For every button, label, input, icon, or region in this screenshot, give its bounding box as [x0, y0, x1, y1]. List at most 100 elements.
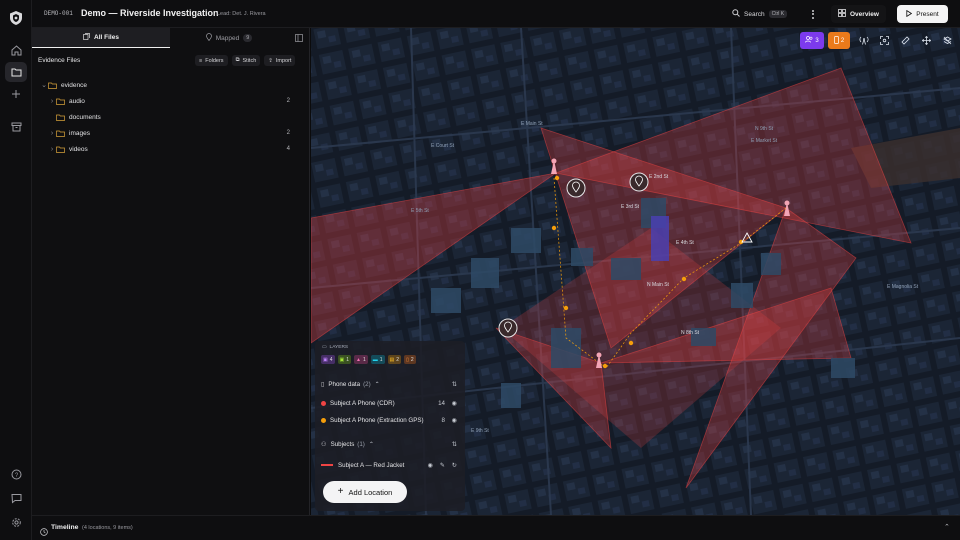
- street-label: E 4th St: [676, 240, 694, 246]
- subjects-count: 3: [815, 37, 819, 44]
- tree-folder-evidence[interactable]: ⌄ evidence: [32, 77, 310, 93]
- tree-folder-audio[interactable]: › audio 2: [32, 93, 310, 109]
- case-id: DEMO-001: [44, 10, 73, 17]
- tree-folder-videos[interactable]: › videos 4: [32, 141, 310, 157]
- item-label: Subject A Phone (CDR): [330, 399, 395, 407]
- add-location-button[interactable]: + Add Location: [323, 481, 407, 503]
- layer-chip-subjects[interactable]: ▣ 4: [321, 355, 335, 364]
- search-button[interactable]: Search Ctrl K: [732, 6, 788, 22]
- subjects-toggle[interactable]: 3: [800, 32, 824, 49]
- add-icon[interactable]: [8, 86, 24, 102]
- layers-off-icon[interactable]: [940, 33, 955, 48]
- street-label: E 3rd St: [621, 204, 640, 210]
- help-icon[interactable]: ?: [8, 466, 24, 482]
- settings-gear-icon[interactable]: [8, 514, 24, 530]
- archive-icon[interactable]: [8, 119, 24, 135]
- location-pin-3[interactable]: [498, 318, 518, 338]
- clock-icon: [40, 523, 48, 540]
- chevron-right-icon: ›: [50, 145, 54, 153]
- add-location-label: Add Location: [348, 487, 393, 497]
- overview-label: Overview: [850, 10, 879, 18]
- chip-count: 1: [362, 356, 366, 363]
- swap-icon[interactable]: ⇅: [452, 441, 457, 448]
- phone-item-cdr[interactable]: Subject A Phone (CDR) 14 ◉: [321, 396, 461, 410]
- devices-toggle[interactable]: 2: [828, 32, 850, 49]
- tab-mapped[interactable]: All Files Mapped 9: [170, 28, 288, 48]
- eye-icon[interactable]: ◉: [452, 400, 457, 407]
- camera-icon: ▤: [389, 356, 395, 363]
- plus-icon: +: [337, 486, 344, 497]
- street-label: N 8th St: [681, 330, 700, 336]
- layer-chip-cameras[interactable]: ▤ 2: [387, 355, 402, 364]
- layer-chip-towers[interactable]: ▲ 1: [354, 355, 368, 364]
- top-bar: DEMO-001 Demo — Riverside Investigation …: [32, 0, 960, 28]
- location-pin-1[interactable]: [566, 178, 586, 198]
- upload-icon: ⇪: [268, 57, 273, 64]
- street-label: E Market St: [751, 138, 778, 144]
- tab-all-files[interactable]: All Files: [32, 28, 170, 48]
- tree-folder-documents[interactable]: documents: [32, 109, 310, 125]
- folder-nav-icon[interactable]: [5, 62, 27, 82]
- street-label: N 9th St: [755, 126, 774, 132]
- tree-folder-images[interactable]: › images 2: [32, 125, 310, 141]
- folders-button[interactable]: ≡ Folders: [195, 55, 228, 66]
- phone-icon: [833, 35, 839, 46]
- people-icon: [805, 36, 813, 45]
- phone-data-group[interactable]: ▯ Phone data (2) ⌃ ⇅: [321, 377, 461, 391]
- chevron-up-icon[interactable]: ⌃: [375, 381, 380, 388]
- collapse-panel-icon[interactable]: [288, 28, 310, 48]
- import-button[interactable]: ⇪ Import: [264, 55, 296, 66]
- mapped-count-badge: 9: [243, 34, 253, 42]
- nav-rail: ?: [0, 0, 32, 540]
- phone-item-gps[interactable]: Subject A Phone (Extraction GPS) 8 ◉: [321, 413, 461, 427]
- tree-label: audio: [69, 97, 85, 105]
- layer-chip-vehicles[interactable]: ▬ 1: [370, 355, 385, 364]
- tower-signal-icon[interactable]: [856, 33, 871, 48]
- chevron-down-icon: ⌄: [41, 82, 47, 89]
- stitch-button[interactable]: ⧉ Stitch: [231, 55, 261, 66]
- layer-chip-phones[interactable]: ▯ 2: [404, 355, 416, 364]
- more-menu-icon[interactable]: [809, 7, 817, 21]
- group-count: (1): [357, 440, 365, 448]
- focus-icon[interactable]: [877, 33, 892, 48]
- tree-count: 2: [286, 130, 290, 136]
- group-count: (2): [363, 380, 371, 388]
- panel-actions: ≡ Folders ⧉ Stitch ⇪ Import: [195, 55, 296, 66]
- home-icon[interactable]: [8, 42, 24, 58]
- swap-icon[interactable]: ⇅: [452, 381, 457, 388]
- filter-icon: ≡: [199, 57, 203, 64]
- phone-icon: ▯: [321, 380, 325, 388]
- map-view[interactable]: E Main St E Market St E Court St E 2nd S…: [311, 28, 960, 515]
- feedback-icon[interactable]: [8, 490, 24, 506]
- ruler-icon[interactable]: [898, 33, 913, 48]
- overview-button[interactable]: Overview: [831, 5, 886, 23]
- location-pin-2[interactable]: [629, 172, 649, 192]
- subject-item-a[interactable]: Subject A — Red Jacket ◉ ✎ ↻: [321, 458, 461, 472]
- eye-icon[interactable]: ◉: [428, 462, 433, 469]
- evidence-panel: All Files All Files Mapped 9 Evidence Fi…: [32, 28, 310, 515]
- tower-icon: ▲: [356, 356, 361, 363]
- grid-icon: [838, 9, 846, 19]
- chevron-up-icon[interactable]: ⌃: [369, 441, 374, 448]
- refresh-icon[interactable]: ↻: [452, 462, 457, 469]
- move-icon[interactable]: [919, 33, 934, 48]
- edit-icon[interactable]: ✎: [440, 462, 445, 469]
- timeline-label: Timeline: [51, 523, 79, 531]
- play-icon: [906, 9, 913, 19]
- street-label: E 9th St: [471, 428, 489, 434]
- app-shield-logo-icon[interactable]: [8, 10, 24, 26]
- import-label: Import: [275, 57, 292, 64]
- layer-chips: ▣ 4 ▣ 1 ▲ 1 ▬ 1 ▤ 2 ▯ 2: [321, 355, 416, 364]
- present-button[interactable]: Present: [897, 5, 948, 23]
- subjects-group[interactable]: ⚇ Subjects (1) ⌃ ⇅: [321, 437, 461, 451]
- files-icon: [83, 33, 90, 42]
- folder-icon: [56, 98, 65, 105]
- timeline-bar[interactable]: Timeline (4 locations, 9 items) ⌃: [32, 515, 960, 540]
- layer-chip-documents[interactable]: ▣ 1: [337, 355, 352, 364]
- eye-icon[interactable]: ◉: [452, 417, 457, 424]
- chip-count: 2: [410, 356, 414, 363]
- tab-all-files-label: All Files: [94, 34, 119, 41]
- chevron-up-icon[interactable]: ⌃: [944, 523, 950, 531]
- tree-label: documents: [69, 113, 101, 121]
- chevron-right-icon: ›: [50, 129, 54, 137]
